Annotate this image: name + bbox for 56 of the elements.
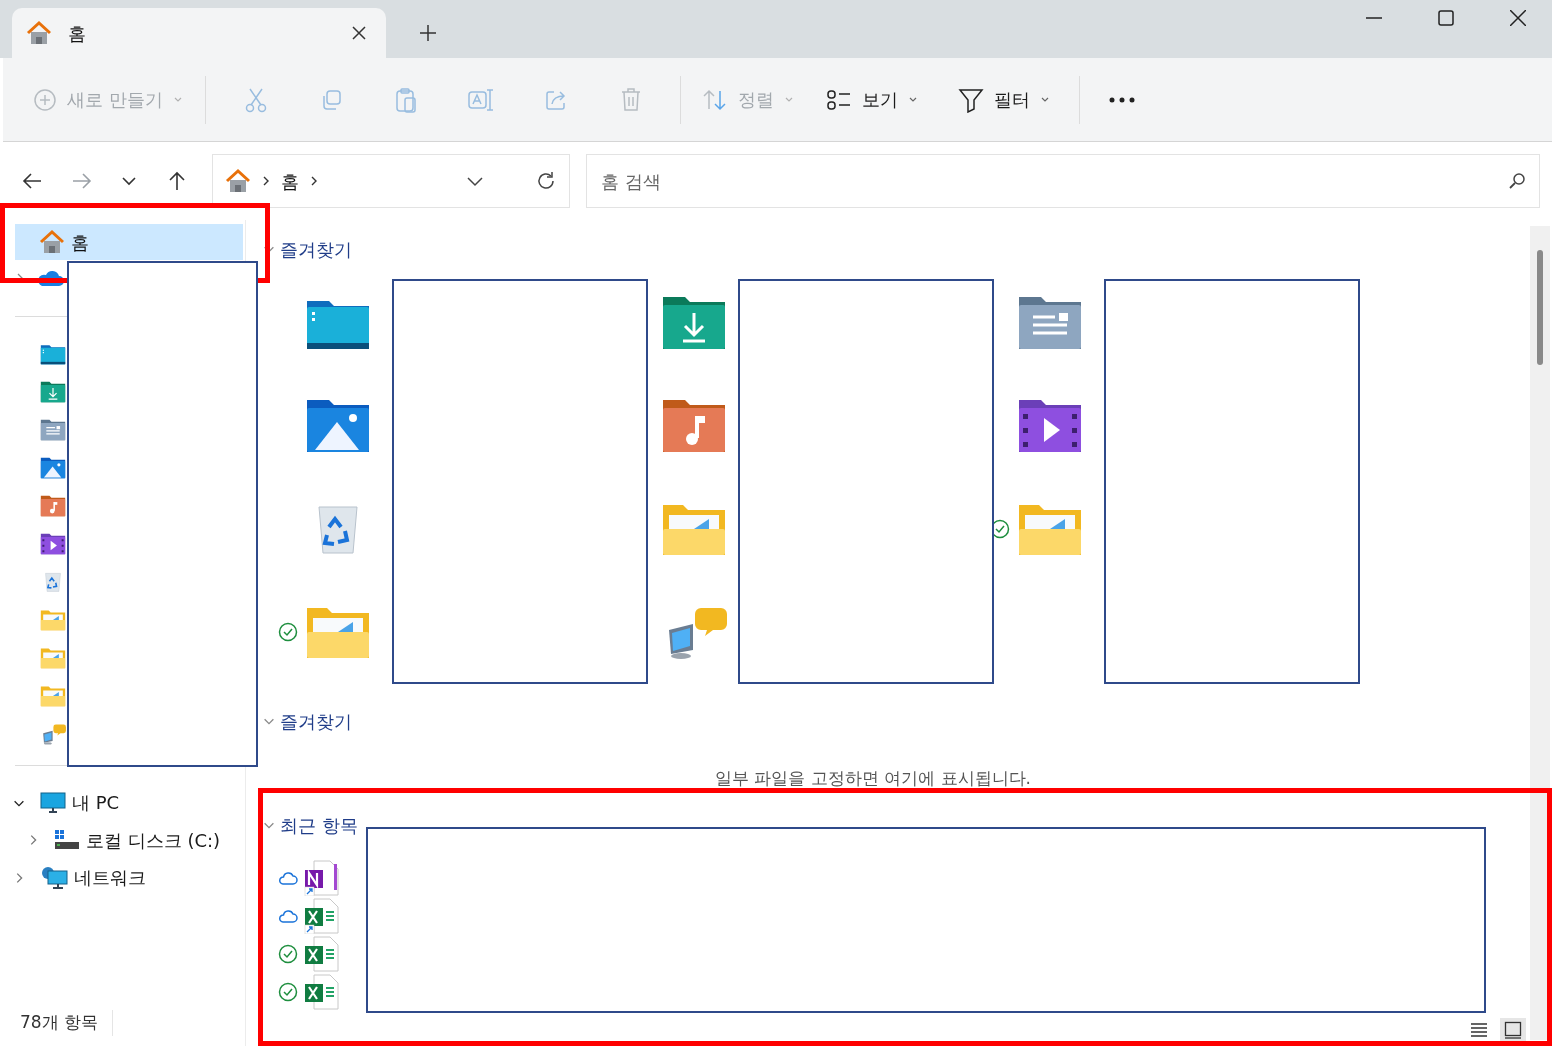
download-folder-icon [661,294,727,351]
scrollbar[interactable] [1530,226,1550,1040]
networked-computer-icon [40,723,66,745]
sort-icon [702,87,728,112]
cloud-icon [36,269,64,287]
filter-icon [958,86,984,113]
tab-title: 홈 [68,21,87,46]
tree-item[interactable]: 로컬 디스크 (C:) [86,826,221,854]
pictures-folder-icon [305,397,371,454]
add-icon [33,87,58,112]
desktop-folder-icon [40,343,66,365]
close-icon[interactable] [1510,10,1526,26]
scissors-icon [243,86,268,113]
drive-icon [54,829,80,852]
documents-folder-icon [40,419,66,441]
music-folder-icon [40,495,66,517]
section-title[interactable]: 즐겨찾기 [280,235,352,263]
section-title[interactable]: 최근 항목 [280,811,358,839]
home-icon [39,229,65,255]
view-button[interactable]: 보기 [803,74,941,125]
breadcrumb-item[interactable]: 홈 [281,167,299,195]
tree-item[interactable]: 내 PC [72,789,120,817]
address-bar[interactable]: 홈 [212,154,570,208]
network-icon [40,865,68,890]
tiles-view-button[interactable] [1500,1018,1526,1042]
search-icon[interactable] [1508,172,1526,190]
maximize-icon[interactable] [1438,10,1454,26]
clipboard-icon [393,86,418,113]
filter-button[interactable]: 필터 [941,74,1067,125]
rename-icon [466,86,495,113]
pictures-folder-icon [40,457,66,479]
list-view-icon [826,88,852,111]
new-tab-icon[interactable] [420,25,436,41]
section-title[interactable]: 즐겨찾기 [280,707,352,735]
folder-icon [40,609,66,631]
breadcrumb-separator-icon [261,175,271,187]
more-icon [1109,96,1135,103]
monitor-icon [40,791,66,814]
videos-folder-icon [40,533,66,555]
folder-icon [40,647,66,669]
tab[interactable]: 홈 [12,8,386,58]
documents-folder-icon [1017,294,1083,351]
breadcrumb-separator-icon[interactable] [309,175,319,187]
refresh-icon[interactable] [535,170,557,192]
folder-icon [40,685,66,707]
search-field[interactable]: 홈 검색 [586,154,1540,208]
item-count: 78개 항목 [20,1010,114,1036]
sidebar-item[interactable]: 홈 [15,224,243,260]
videos-folder-icon [1017,397,1083,454]
home-icon [225,168,251,194]
home-icon [26,20,52,46]
music-folder-icon [661,397,727,454]
download-folder-icon [40,381,66,403]
close-icon[interactable] [352,26,366,40]
empty-hint: 일부 파일을 고정하면 여기에 표시됩니다. [715,768,1031,788]
tree-item[interactable]: 네트워크 [74,864,146,892]
